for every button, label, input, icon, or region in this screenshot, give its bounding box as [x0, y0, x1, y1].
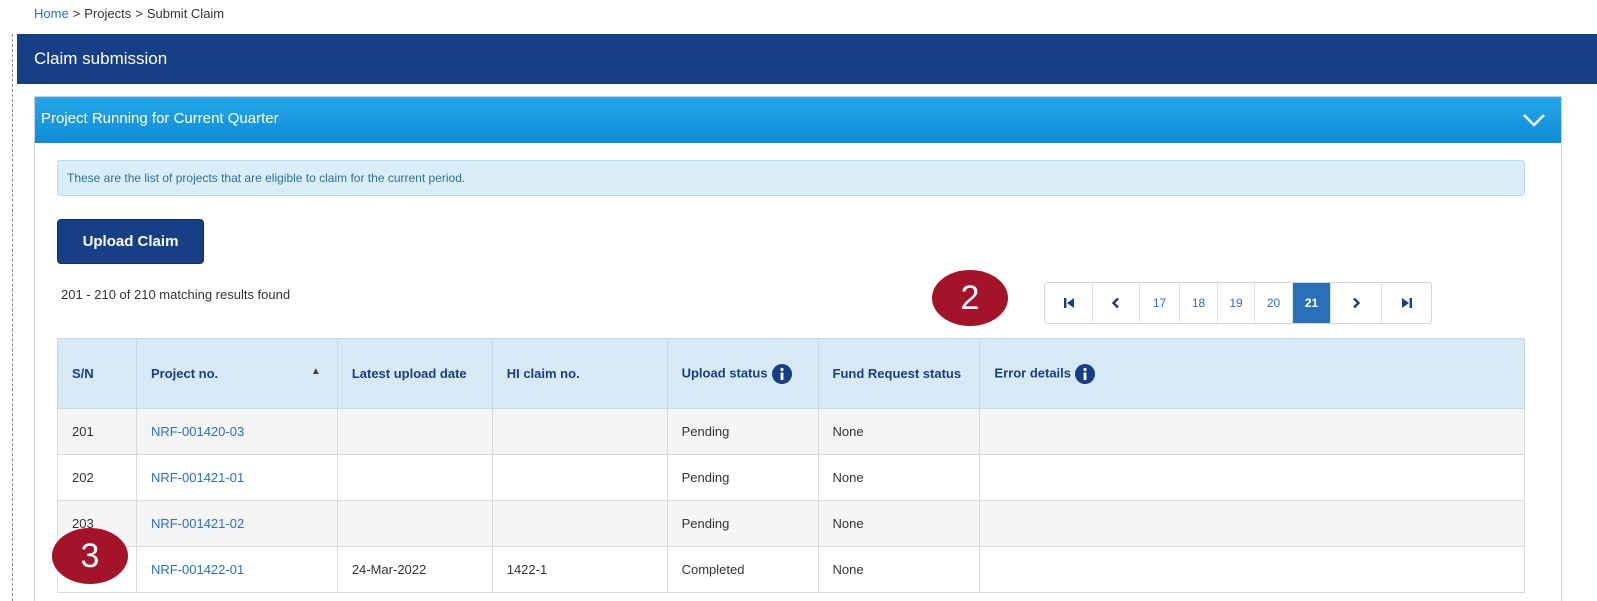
- page-20-button[interactable]: 20: [1254, 283, 1292, 323]
- next-page-icon: [1353, 297, 1361, 309]
- page-title-bar: Claim submission: [17, 34, 1597, 84]
- cell-fund-status: None: [817, 454, 981, 501]
- info-text: These are the list of projects that are …: [67, 171, 466, 185]
- column-header-project-no[interactable]: Project no. ▲: [135, 338, 338, 409]
- panel-header[interactable]: Project Running for Current Quarter: [35, 97, 1561, 143]
- table-row: 203 NRF-001421-02 Pending None: [57, 500, 1525, 547]
- project-panel: Project Running for Current Quarter Thes…: [34, 96, 1562, 601]
- prev-page-button[interactable]: [1092, 283, 1139, 323]
- page-19-button[interactable]: 19: [1217, 283, 1254, 323]
- cell-hi-claim-no: 1422-1: [491, 546, 668, 593]
- info-icon[interactable]: [771, 363, 792, 384]
- claims-table: S/N Project no. ▲ Latest upload date HI c…: [57, 338, 1525, 593]
- cell-error-details: [979, 454, 1525, 501]
- next-page-button[interactable]: [1330, 283, 1381, 323]
- column-header-hi-claim-no: HI claim no.: [491, 338, 668, 409]
- column-header-upload-status: Upload status: [666, 338, 819, 409]
- cell-error-details: [979, 546, 1525, 593]
- column-header-fund-request-status: Fund Request status: [817, 338, 981, 409]
- cell-error-details: [979, 408, 1525, 455]
- left-dashed-border: [12, 34, 13, 601]
- last-page-icon: [1401, 298, 1412, 308]
- page-17-button[interactable]: 17: [1139, 283, 1179, 323]
- pagination: 17 18 19 20 21: [1044, 282, 1432, 324]
- column-header-sn: S/N: [57, 338, 137, 409]
- cell-upload-status: Pending: [666, 454, 819, 501]
- first-page-button[interactable]: [1045, 283, 1092, 323]
- column-header-latest-upload-date: Latest upload date: [336, 338, 493, 409]
- breadcrumb-separator: >: [135, 6, 143, 21]
- info-icon[interactable]: [1075, 363, 1096, 384]
- cell-fund-status: None: [817, 408, 981, 455]
- cell-hi-claim-no: [491, 500, 668, 547]
- page-21-button[interactable]: 21: [1292, 283, 1330, 323]
- cell-sn: 202: [57, 454, 137, 501]
- cell-upload-status: Completed: [666, 546, 819, 593]
- step-2-callout: 2: [932, 270, 1008, 326]
- step-3-callout: 3: [52, 528, 128, 584]
- cell-upload-date: [336, 454, 493, 501]
- breadcrumb: Home > Projects > Submit Claim: [34, 6, 224, 22]
- table-row: NRF-001422-01 24-Mar-2022 1422-1 Complet…: [57, 546, 1525, 593]
- table-row: 201 NRF-001420-03 Pending None: [57, 408, 1525, 455]
- page-18-button[interactable]: 18: [1179, 283, 1217, 323]
- cell-upload-date: [336, 500, 493, 547]
- sort-ascending-icon[interactable]: ▲: [311, 366, 321, 377]
- project-link[interactable]: NRF-001421-02: [151, 516, 244, 531]
- cell-upload-date: 24-Mar-2022: [336, 546, 493, 593]
- breadcrumb-projects[interactable]: Projects: [84, 6, 131, 21]
- cell-upload-status: Pending: [666, 408, 819, 455]
- breadcrumb-separator: >: [72, 6, 81, 21]
- cell-sn: 201: [57, 408, 137, 455]
- first-page-icon: [1063, 298, 1074, 308]
- cell-project-no: NRF-001420-03: [135, 408, 338, 455]
- project-link[interactable]: NRF-001421-01: [151, 470, 244, 485]
- cell-error-details: [979, 500, 1525, 547]
- project-link[interactable]: NRF-001420-03: [151, 424, 244, 439]
- eligibility-info-box: These are the list of projects that are …: [57, 160, 1525, 196]
- last-page-button[interactable]: [1381, 283, 1431, 323]
- cell-fund-status: None: [817, 546, 981, 593]
- cell-project-no: NRF-001421-02: [135, 500, 338, 547]
- table-header-row: S/N Project no. ▲ Latest upload date HI c…: [57, 338, 1525, 409]
- breadcrumb-home[interactable]: Home: [34, 6, 69, 21]
- panel-title: Project Running for Current Quarter: [41, 110, 279, 127]
- table-row: 202 NRF-001421-01 Pending None: [57, 454, 1525, 501]
- column-header-error-details: Error details: [979, 338, 1525, 409]
- upload-claim-button[interactable]: Upload Claim: [57, 219, 204, 264]
- breadcrumb-current: Submit Claim: [146, 6, 225, 21]
- prev-page-icon: [1111, 297, 1119, 309]
- cell-upload-date: [336, 408, 493, 455]
- results-count: 201 - 210 of 210 matching results found: [61, 287, 291, 302]
- cell-project-no: NRF-001421-01: [135, 454, 338, 501]
- page-title: Claim submission: [34, 49, 168, 68]
- cell-project-no: NRF-001422-01: [135, 546, 338, 593]
- cell-hi-claim-no: [491, 408, 668, 455]
- cell-fund-status: None: [817, 500, 981, 547]
- chevron-down-icon[interactable]: [1521, 108, 1547, 132]
- project-link[interactable]: NRF-001422-01: [151, 562, 244, 577]
- cell-upload-status: Pending: [666, 500, 819, 547]
- cell-hi-claim-no: [491, 454, 668, 501]
